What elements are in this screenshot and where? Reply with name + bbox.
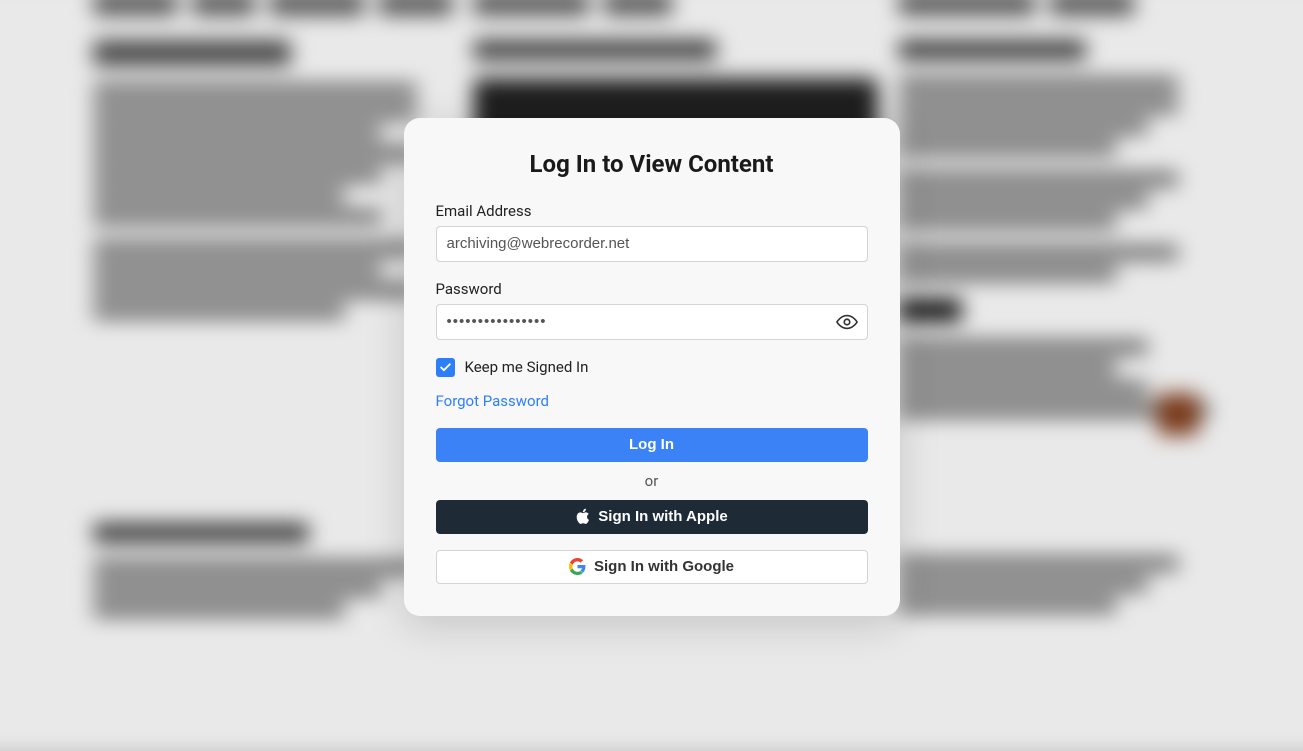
password-input-wrap — [436, 304, 868, 340]
check-icon — [439, 361, 452, 374]
password-field-group: Password — [436, 280, 868, 340]
modal-title: Log In to View Content — [436, 150, 868, 178]
email-label: Email Address — [436, 202, 868, 220]
login-button-label: Log In — [629, 436, 674, 453]
email-input[interactable] — [436, 226, 868, 262]
or-divider: or — [436, 472, 868, 490]
google-icon — [569, 558, 586, 575]
sign-in-google-button[interactable]: Sign In with Google — [436, 550, 868, 584]
apple-button-label: Sign In with Apple — [598, 508, 727, 525]
toggle-password-visibility-button[interactable] — [832, 307, 862, 337]
keep-signed-in-checkbox[interactable] — [436, 358, 455, 377]
modal-overlay: Log In to View Content Email Address Pas… — [0, 0, 1303, 733]
keep-signed-in-row: Keep me Signed In — [436, 358, 868, 377]
sign-in-apple-button[interactable]: Sign In with Apple — [436, 500, 868, 534]
keep-signed-in-label: Keep me Signed In — [465, 358, 589, 376]
apple-icon — [575, 508, 590, 525]
google-button-label: Sign In with Google — [594, 558, 734, 575]
password-input[interactable] — [436, 304, 868, 340]
eye-icon — [836, 311, 858, 333]
email-field-group: Email Address — [436, 202, 868, 262]
email-input-wrap — [436, 226, 868, 262]
login-modal: Log In to View Content Email Address Pas… — [404, 118, 900, 616]
password-label: Password — [436, 280, 868, 298]
login-button[interactable]: Log In — [436, 428, 868, 462]
forgot-password-link[interactable]: Forgot Password — [436, 392, 550, 410]
